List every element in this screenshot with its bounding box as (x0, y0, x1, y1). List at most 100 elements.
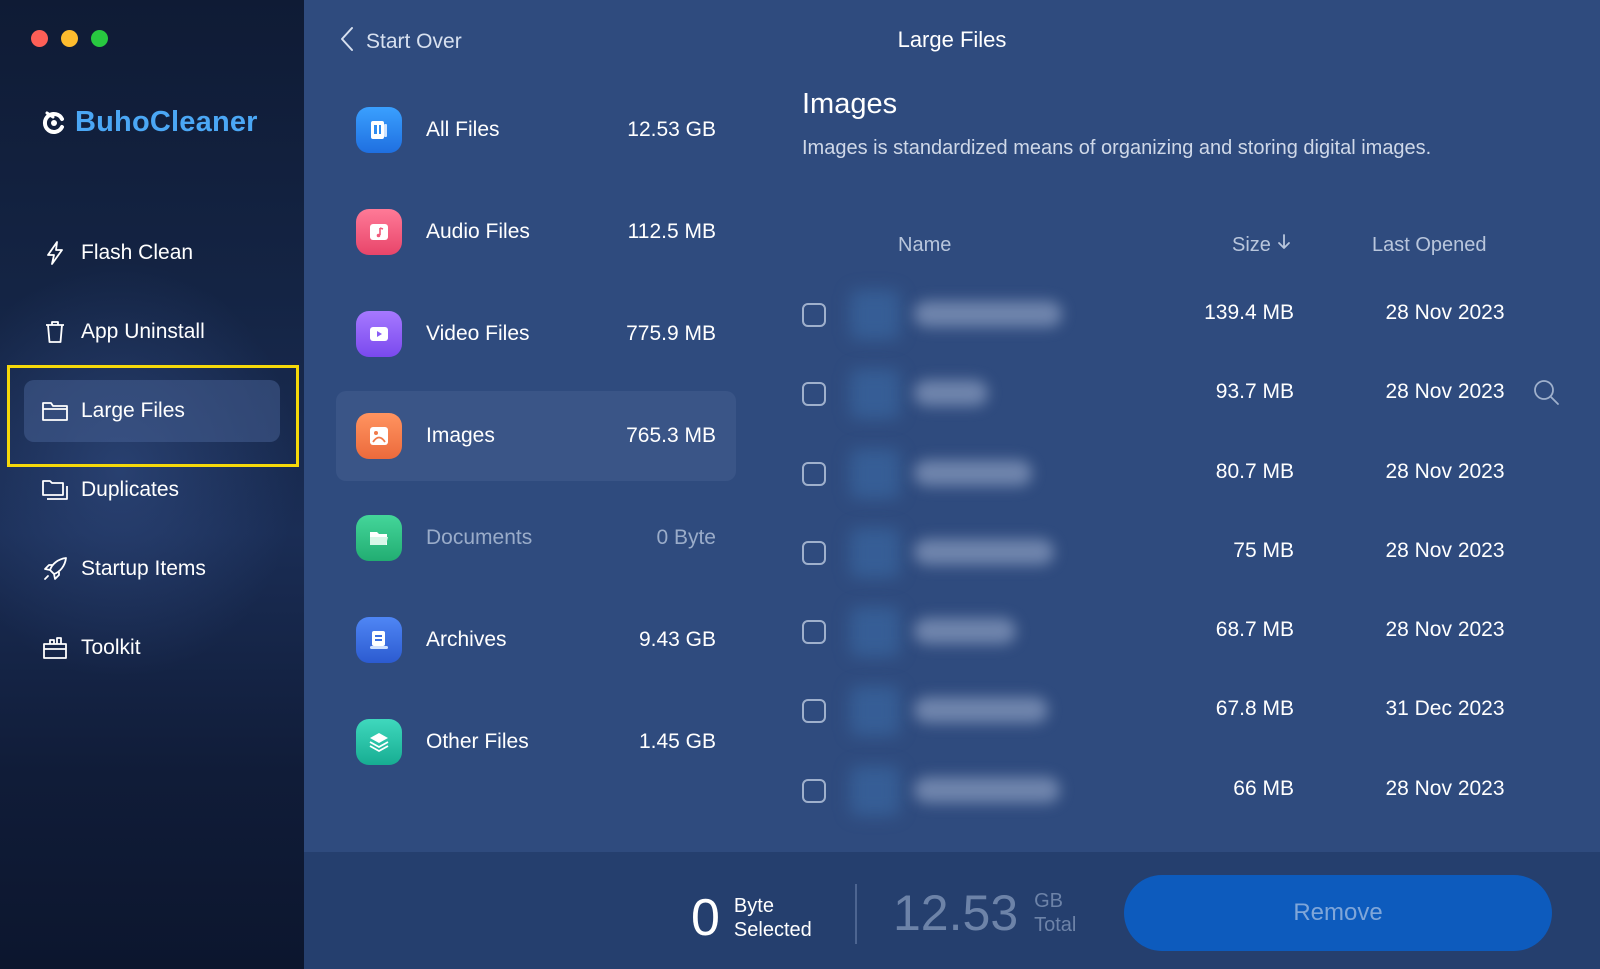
archive-icon (356, 617, 402, 663)
image-icon (356, 413, 402, 459)
details-title: Images (802, 88, 898, 120)
selected-label: Selected (733, 919, 812, 941)
table-body: 139.4 MB 28 Nov 2023 93.7 MB 28 Nov 2023 (802, 273, 1582, 828)
category-video-files[interactable]: Video Files 775.9 MB (336, 289, 736, 379)
table-row[interactable]: 67.8 MB 31 Dec 2023 (802, 669, 1582, 748)
selected-unit: Byte (733, 895, 774, 917)
table-row[interactable]: 66 MB 28 Nov 2023 (802, 749, 1582, 828)
file-thumbnail (850, 527, 900, 578)
app-window: BuhoCleaner Flash Clean App Uninstall La… (0, 0, 1600, 969)
total-label: Total (1034, 914, 1077, 936)
bolt-icon (41, 239, 69, 267)
details-description: Images is standardized means of organizi… (802, 137, 1432, 159)
music-icon (356, 209, 402, 255)
selected-caption: Byte Selected (734, 894, 812, 942)
column-name[interactable]: Name (898, 234, 951, 257)
category-label: Documents (426, 526, 533, 549)
file-name-blurred (914, 301, 1062, 327)
table-row[interactable]: 80.7 MB 28 Nov 2023 (802, 432, 1582, 511)
category-size: 9.43 GB (638, 628, 716, 651)
sidebar-item-large-files[interactable]: Large Files (24, 380, 280, 442)
remove-button[interactable]: Remove (1124, 875, 1552, 951)
main-panel: Start Over Large Files All Files 12.53 G… (304, 0, 1600, 969)
play-icon (356, 311, 402, 357)
sidebar-item-label: Flash Clean (81, 241, 194, 264)
category-all-files[interactable]: All Files 12.53 GB (336, 85, 736, 175)
minimize-window-button[interactable] (61, 30, 78, 47)
table-row[interactable]: 75 MB 28 Nov 2023 (802, 511, 1582, 590)
row-size: 93.7 MB (1215, 380, 1294, 404)
category-label: Other Files (426, 730, 529, 753)
sidebar-item-label: Startup Items (81, 557, 206, 580)
column-size[interactable]: Size (1232, 233, 1291, 257)
close-window-button[interactable] (31, 30, 48, 47)
file-thumbnail (850, 686, 900, 737)
sidebar-item-startup-items[interactable]: Startup Items (24, 538, 280, 600)
category-label: Video Files (426, 322, 530, 345)
row-last-opened: 28 Nov 2023 (1385, 459, 1505, 483)
table-row[interactable]: 139.4 MB 28 Nov 2023 (802, 273, 1582, 352)
brand: BuhoCleaner (41, 106, 258, 139)
category-size: 12.53 GB (627, 118, 716, 141)
total-caption: GB Total (1034, 889, 1076, 937)
sidebar-item-label: Large Files (81, 399, 185, 422)
sort-arrow-down-icon (1277, 233, 1291, 257)
category-images[interactable]: Images 765.3 MB (336, 391, 736, 481)
sidebar-item-duplicates[interactable]: Duplicates (24, 459, 280, 521)
row-size: 139.4 MB (1204, 301, 1294, 324)
zoom-window-button[interactable] (91, 30, 108, 47)
row-size: 68.7 MB (1215, 618, 1294, 642)
row-checkbox[interactable] (802, 778, 826, 803)
file-name-blurred (914, 776, 1060, 803)
file-thumbnail (850, 290, 900, 340)
sidebar-item-app-uninstall[interactable]: App Uninstall (24, 301, 280, 363)
row-last-opened: 31 Dec 2023 (1385, 697, 1505, 721)
file-thumbnail (850, 607, 900, 658)
selected-summary: 0 Byte Selected (691, 888, 812, 948)
table-row[interactable]: 93.7 MB 28 Nov 2023 (802, 352, 1582, 431)
table-header: Name Size Last Opened (802, 225, 1582, 265)
row-checkbox[interactable] (802, 303, 826, 327)
sidebar-item-label: Toolkit (81, 636, 141, 659)
file-table: Name Size Last Opened 139.4 MB 28 Nov 20… (802, 225, 1582, 816)
column-last-opened[interactable]: Last Opened (1372, 234, 1487, 257)
category-details: Images Images is standardized means of o… (802, 88, 1582, 160)
table-row[interactable]: 68.7 MB 28 Nov 2023 (802, 590, 1582, 669)
category-other-files[interactable]: Other Files 1.45 GB (336, 697, 736, 787)
total-unit: GB (1034, 890, 1064, 912)
row-last-opened: 28 Nov 2023 (1385, 538, 1505, 562)
row-checkbox[interactable] (802, 382, 826, 407)
sidebar-item-toolkit[interactable]: Toolkit (24, 617, 280, 679)
trash-icon (41, 318, 69, 346)
row-last-opened: 28 Nov 2023 (1385, 618, 1505, 642)
footer-divider (855, 884, 857, 944)
row-checkbox[interactable] (802, 699, 826, 724)
category-label: All Files (426, 118, 500, 141)
file-name-blurred (914, 538, 1054, 565)
category-size: 775.9 MB (626, 322, 716, 345)
toolbox-icon (41, 634, 69, 662)
sidebar-item-flash-clean[interactable]: Flash Clean (24, 222, 280, 284)
search-icon[interactable] (1532, 378, 1562, 408)
layers-icon (356, 719, 402, 765)
sidebar: BuhoCleaner Flash Clean App Uninstall La… (0, 0, 304, 969)
file-name-blurred (914, 459, 1032, 486)
category-archives[interactable]: Archives 9.43 GB (336, 595, 736, 685)
category-list: All Files 12.53 GB Audio Files 112.5 MB … (336, 85, 736, 799)
file-thumbnail (850, 765, 900, 816)
category-documents[interactable]: Documents 0 Byte (336, 493, 736, 583)
category-size: 765.3 MB (626, 424, 716, 447)
sidebar-item-label: Duplicates (81, 478, 180, 501)
row-last-opened: 28 Nov 2023 (1385, 776, 1505, 800)
row-checkbox[interactable] (802, 540, 826, 565)
row-checkbox[interactable] (802, 620, 826, 645)
column-size-label: Size (1232, 233, 1271, 256)
category-label: Images (426, 424, 495, 447)
rocket-icon (41, 555, 69, 583)
row-checkbox[interactable] (802, 461, 826, 486)
category-size: 0 Byte (656, 526, 716, 549)
file-thumbnail (850, 369, 900, 420)
sidebar-item-label: App Uninstall (81, 320, 205, 343)
sidebar-nav: Flash Clean App Uninstall Large Files Du… (24, 222, 280, 696)
category-audio-files[interactable]: Audio Files 112.5 MB (336, 187, 736, 277)
